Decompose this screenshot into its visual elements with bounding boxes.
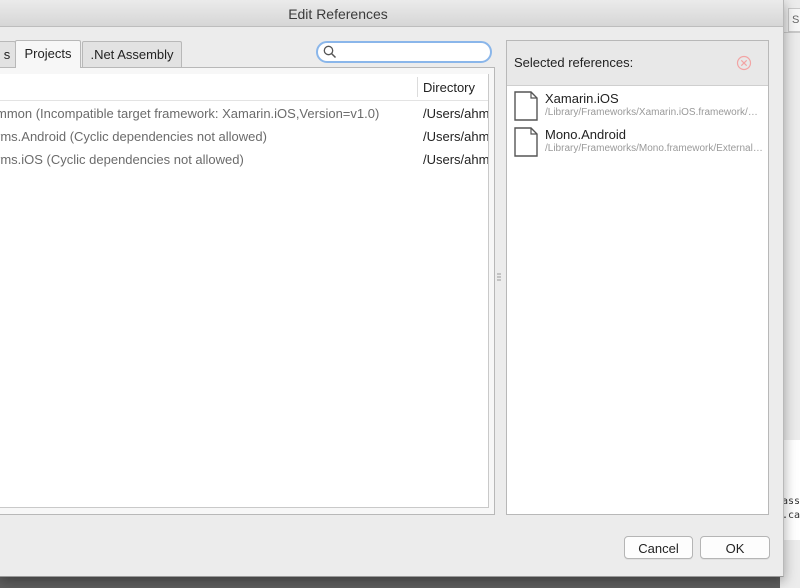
panel-splitter-handle[interactable] bbox=[497, 272, 501, 284]
selected-reference-item[interactable]: Xamarin.iOS /Library/Frameworks/Xamarin.… bbox=[507, 89, 768, 125]
clear-selection-icon[interactable] bbox=[736, 55, 752, 71]
reference-name: Xamarin.iOS bbox=[545, 91, 619, 106]
project-name: rms.iOS (Cyclic dependencies not allowed… bbox=[0, 152, 244, 167]
file-icon bbox=[514, 91, 538, 121]
project-row[interactable]: mmon (Incompatible target framework: Xam… bbox=[0, 102, 488, 125]
dialog-titlebar[interactable]: Edit References bbox=[0, 0, 783, 27]
selected-references-panel: Selected references: Xamarin.iOS /Librar… bbox=[506, 40, 769, 515]
project-directory: /Users/ahm bbox=[423, 152, 488, 167]
tab-packages[interactable]: s bbox=[0, 41, 16, 67]
selected-references-title: Selected references: bbox=[514, 55, 634, 70]
tab-net-assembly[interactable]: .Net Assembly bbox=[82, 41, 182, 67]
project-directory: /Users/ahm bbox=[423, 106, 488, 121]
file-icon bbox=[514, 127, 538, 157]
dialog-title: Edit References bbox=[288, 6, 388, 22]
background-code-line: .ca bbox=[782, 510, 800, 521]
search-input[interactable] bbox=[340, 44, 490, 62]
edit-references-dialog: Edit References s Projects .Net Assembly… bbox=[0, 0, 784, 577]
column-header-directory[interactable]: Directory bbox=[423, 74, 475, 102]
search-field[interactable] bbox=[316, 41, 492, 63]
projects-list-header: Directory bbox=[0, 74, 488, 101]
ok-button[interactable]: OK bbox=[700, 536, 770, 559]
reference-name: Mono.Android bbox=[545, 127, 626, 142]
project-directory: /Users/ahm bbox=[423, 129, 488, 144]
reference-path: /Library/Frameworks/Mono.framework/Exter… bbox=[545, 143, 763, 154]
projects-tab-panel: Directory mmon (Incompatible target fram… bbox=[0, 67, 495, 515]
project-row[interactable]: rms.iOS (Cyclic dependencies not allowed… bbox=[0, 148, 488, 171]
grip-icon bbox=[497, 273, 501, 281]
selected-reference-item[interactable]: Mono.Android /Library/Frameworks/Mono.fr… bbox=[507, 125, 768, 161]
project-row[interactable]: rms.Android (Cyclic dependencies not all… bbox=[0, 125, 488, 148]
cancel-button[interactable]: Cancel bbox=[624, 536, 693, 559]
selected-references-header: Selected references: bbox=[507, 41, 768, 86]
reference-path: /Library/Frameworks/Xamarin.iOS.framewor… bbox=[545, 107, 763, 118]
tab-projects[interactable]: Projects bbox=[15, 40, 81, 68]
project-name: mmon (Incompatible target framework: Xam… bbox=[0, 106, 380, 121]
search-icon bbox=[323, 45, 337, 59]
column-divider[interactable] bbox=[417, 77, 418, 97]
background-editor-tab[interactable]: Si bbox=[788, 8, 800, 32]
project-name: rms.Android (Cyclic dependencies not all… bbox=[0, 129, 267, 144]
background-code-line: ass bbox=[782, 496, 800, 507]
projects-list[interactable]: Directory mmon (Incompatible target fram… bbox=[0, 74, 489, 508]
